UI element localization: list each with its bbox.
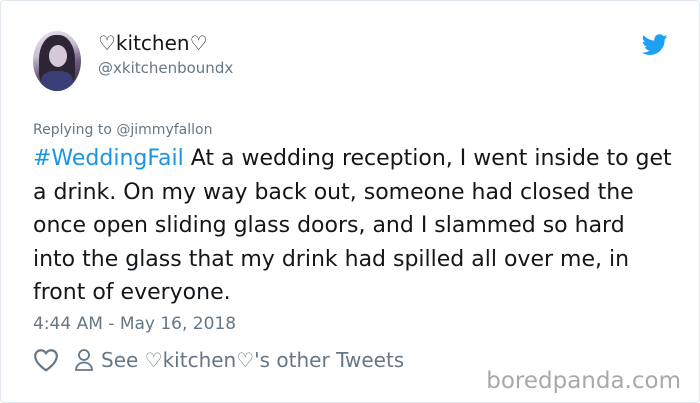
replying-to: Replying to @jimmyfallon (33, 122, 212, 138)
user-handle[interactable]: @xkitchenboundx (98, 59, 233, 77)
avatar-face (49, 45, 67, 67)
watermark: boredpanda.com (486, 368, 681, 394)
avatar-shirt (41, 71, 73, 91)
display-name[interactable]: ♡kitchen♡ (98, 31, 208, 55)
heart-icon[interactable] (33, 348, 59, 372)
see-other-tweets-link[interactable]: See ♡kitchen♡'s other Tweets (101, 348, 404, 372)
twitter-bird-icon[interactable] (642, 34, 668, 56)
reply-mention-link[interactable]: @jimmyfallon (116, 122, 212, 138)
tweet-timestamp[interactable]: 4:44 AM - May 16, 2018 (33, 314, 236, 334)
tweet-card: ♡kitchen♡ @xkitchenboundx Replying to @j… (0, 0, 700, 403)
hashtag-link[interactable]: #WeddingFail (33, 146, 184, 171)
replying-to-label: Replying to (33, 122, 117, 138)
tweet-text: #WeddingFail At a wedding reception, I w… (33, 142, 673, 310)
avatar[interactable] (33, 31, 81, 91)
tweet-actions: See ♡kitchen♡'s other Tweets (33, 345, 404, 375)
person-icon (75, 349, 93, 371)
